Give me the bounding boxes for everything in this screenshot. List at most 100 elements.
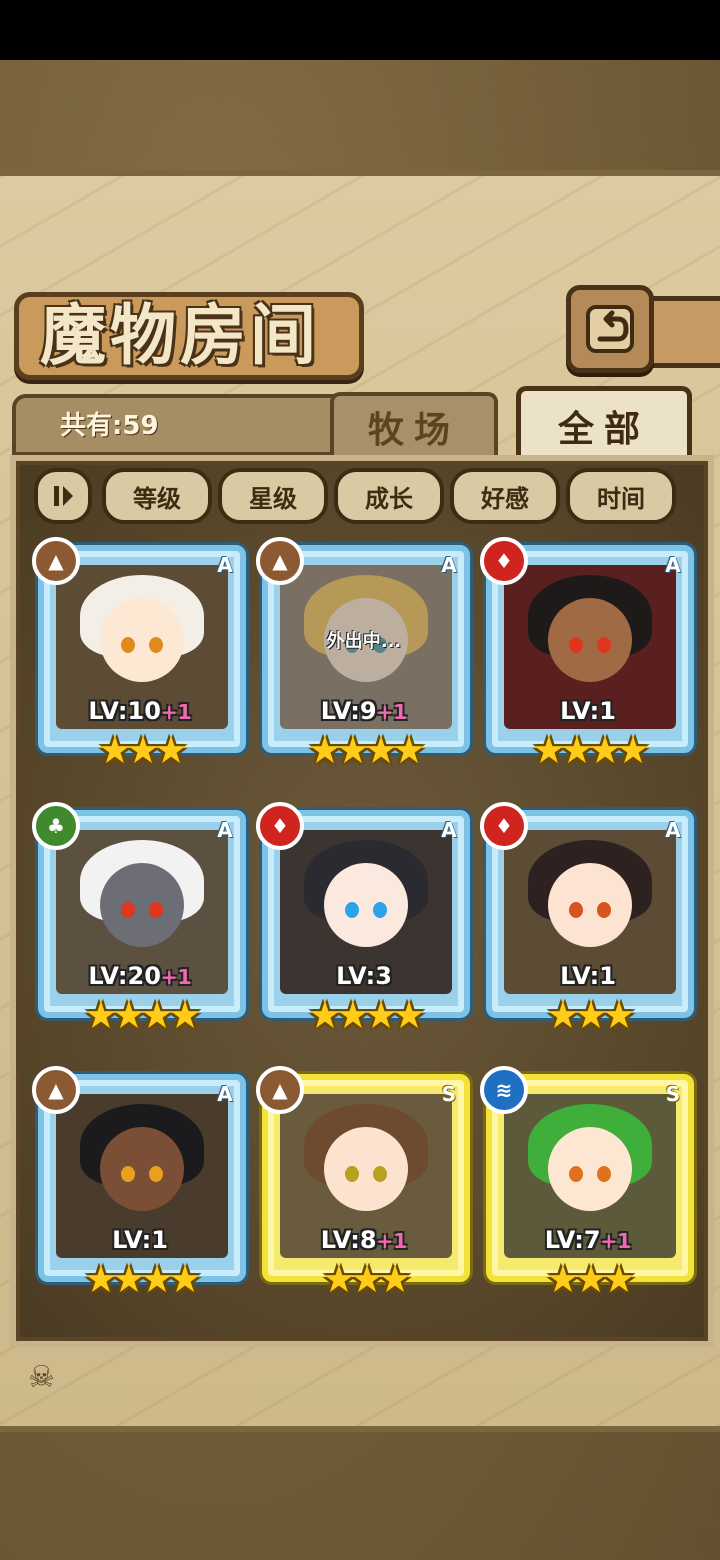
portrait-eye xyxy=(148,902,163,919)
level-value: LV:20 xyxy=(88,962,161,990)
back-button[interactable] xyxy=(566,285,654,373)
level-label: LV:7+1 xyxy=(486,1226,690,1254)
monster-card[interactable]: A ♦ LV:1 ★★★ xyxy=(480,802,694,1034)
water-element-icon: ≋ xyxy=(480,1066,528,1114)
fire-element-icon: ♦ xyxy=(480,802,528,850)
earth-element-icon: ▲ xyxy=(256,537,304,585)
sort-star-button[interactable]: 星级 xyxy=(218,468,328,524)
star-rating: ★★★ xyxy=(321,1257,412,1301)
monster-card[interactable]: A ♦ LV:3 ★★★★ xyxy=(256,802,470,1034)
level-label: LV:8+1 xyxy=(262,1226,466,1254)
level-value: LV:3 xyxy=(336,962,392,990)
sort-level-button[interactable]: 等级 xyxy=(102,468,212,524)
element-glyph: ▲ xyxy=(272,1078,288,1102)
sort-order-button[interactable] xyxy=(34,468,92,524)
monster-card[interactable]: A ♣ LV:20+1 ★★★★ xyxy=(32,802,246,1034)
sort-growth-button[interactable]: 成长 xyxy=(334,468,444,524)
sort-time-button[interactable]: 时间 xyxy=(566,468,676,524)
rank-badge: A xyxy=(441,818,457,842)
level-label: LV:20+1 xyxy=(38,962,242,990)
star-rating: ★★★★ xyxy=(307,728,426,772)
level-bonus: +1 xyxy=(376,700,408,724)
element-glyph: ♣ xyxy=(47,814,65,838)
sort-affection-button[interactable]: 好感 xyxy=(450,468,560,524)
star-rating: ★★★★ xyxy=(531,728,650,772)
level-label: LV:1 xyxy=(486,962,690,990)
portrait-eye xyxy=(596,1166,611,1183)
monster-card[interactable]: 外出中... A ▲ LV:9+1 ★★★★ xyxy=(256,537,470,769)
level-bonus: +1 xyxy=(376,1229,408,1253)
portrait-eye xyxy=(148,637,163,654)
level-bonus: +1 xyxy=(160,700,192,724)
earth-element-icon: ▲ xyxy=(32,1066,80,1114)
monster-count: 共有:59 xyxy=(60,411,159,441)
earth-element-icon: ▲ xyxy=(32,537,80,585)
level-bonus: +1 xyxy=(160,965,192,989)
monster-card[interactable]: A ▲ LV:10+1 ★★★ xyxy=(32,537,246,769)
level-label: LV:1 xyxy=(486,697,690,725)
monster-card[interactable]: A ♦ LV:1 ★★★★ xyxy=(480,537,694,769)
portrait-face xyxy=(100,1127,184,1212)
rank-badge: A xyxy=(217,1082,233,1106)
level-label: LV:10+1 xyxy=(38,697,242,725)
sort-order-icon xyxy=(54,486,73,506)
portrait-face xyxy=(324,863,408,948)
map-band-top xyxy=(0,60,720,170)
level-label: LV:9+1 xyxy=(262,697,466,725)
level-value: LV:8 xyxy=(320,1226,377,1254)
back-arrow-icon xyxy=(586,305,634,353)
portrait-face xyxy=(324,1127,408,1212)
star-rating: ★★★ xyxy=(545,993,636,1037)
portrait-face xyxy=(548,598,632,683)
level-value: LV:9 xyxy=(320,697,377,725)
monster-card[interactable]: S ≋ LV:7+1 ★★★ xyxy=(480,1066,694,1298)
portrait-face xyxy=(100,863,184,948)
rank-badge: S xyxy=(665,1082,681,1106)
element-glyph: ♦ xyxy=(495,549,513,573)
tab-all[interactable]: 全部 xyxy=(516,386,692,461)
fire-element-icon: ♦ xyxy=(256,802,304,850)
rank-badge: A xyxy=(217,818,233,842)
rank-badge: A xyxy=(217,553,233,577)
away-status: 外出中... xyxy=(326,631,402,652)
level-label: LV:3 xyxy=(262,962,466,990)
element-glyph: ≋ xyxy=(495,1078,513,1102)
level-value: LV:1 xyxy=(560,962,616,990)
page-title: 魔物房间 xyxy=(40,296,320,374)
map-skull-icon: ☠ xyxy=(28,1360,55,1395)
tab-all-label: 全部 xyxy=(557,408,650,450)
star-rating: ★★★★ xyxy=(83,993,202,1037)
level-value: LV:10 xyxy=(88,697,161,725)
map-band-bottom xyxy=(0,1428,720,1560)
portrait-face xyxy=(548,863,632,948)
element-glyph: ▲ xyxy=(48,549,64,573)
portrait-face xyxy=(100,598,184,683)
rank-badge: A xyxy=(665,818,681,842)
element-glyph: ♦ xyxy=(495,814,513,838)
element-glyph: ♦ xyxy=(271,814,289,838)
element-glyph: ▲ xyxy=(272,549,288,573)
level-value: LV:1 xyxy=(560,697,616,725)
tab-ranch-label: 牧场 xyxy=(367,409,460,451)
portrait-eye xyxy=(372,1166,387,1183)
level-value: LV:1 xyxy=(112,1226,168,1254)
earth-element-icon: ▲ xyxy=(256,1066,304,1114)
fire-element-icon: ♦ xyxy=(480,537,528,585)
level-label: LV:1 xyxy=(38,1226,242,1254)
rank-badge: A xyxy=(665,553,681,577)
rank-badge: S xyxy=(441,1082,457,1106)
rank-badge: A xyxy=(441,553,457,577)
star-rating: ★★★★ xyxy=(83,1257,202,1301)
portrait-eye xyxy=(596,902,611,919)
back-strip xyxy=(644,296,720,368)
element-glyph: ▲ xyxy=(48,1078,64,1102)
monster-card[interactable]: A ▲ LV:1 ★★★★ xyxy=(32,1066,246,1298)
portrait-eye xyxy=(148,1166,163,1183)
monster-card[interactable]: S ▲ LV:8+1 ★★★ xyxy=(256,1066,470,1298)
star-rating: ★★★ xyxy=(545,1257,636,1301)
star-rating: ★★★ xyxy=(97,728,188,772)
tab-ranch[interactable]: 牧场 xyxy=(330,392,498,458)
portrait-eye xyxy=(596,637,611,654)
grass-element-icon: ♣ xyxy=(32,802,80,850)
level-bonus: +1 xyxy=(600,1229,632,1253)
